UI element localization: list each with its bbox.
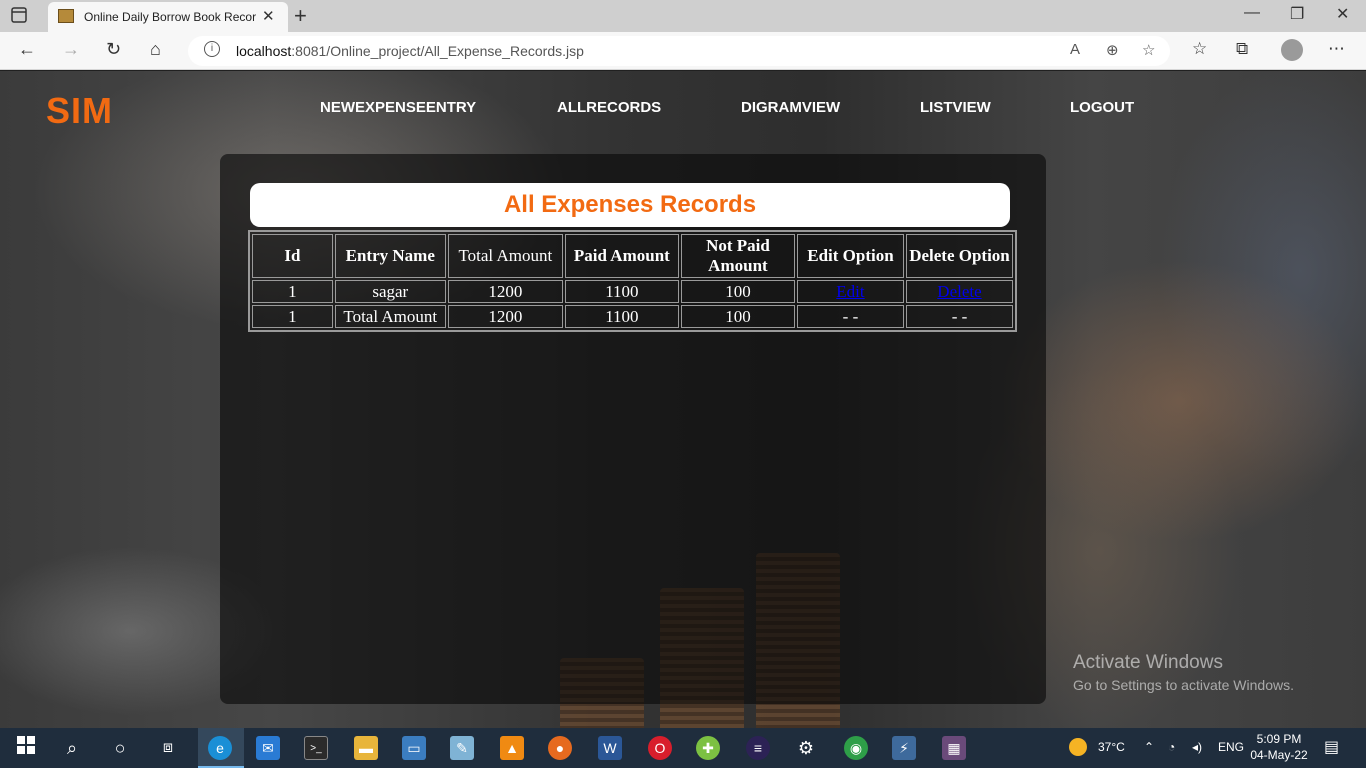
records-panel: All Expenses Records Id Entry Name Total… — [220, 154, 1046, 704]
clock-date: 04-May-22 — [1250, 748, 1308, 762]
column-header-paid-amount: Paid Amount — [564, 234, 679, 278]
show-hidden-icons-icon[interactable]: ⌃ — [1144, 740, 1154, 754]
winrar-icon[interactable]: ▦ — [942, 736, 966, 760]
notifications-icon[interactable]: ▤ — [1324, 737, 1339, 757]
url-text: localhost:8081/Online_project/All_Expens… — [236, 43, 584, 59]
new-tab-icon[interactable]: + — [294, 3, 307, 29]
settings-gear-icon[interactable]: ⚙ — [794, 736, 818, 760]
expense-records-table: Id Entry Name Total Amount Paid Amount N… — [248, 230, 1017, 332]
activate-windows-subtitle: Go to Settings to activate Windows. — [1073, 677, 1294, 693]
cell-delete: Delete — [905, 280, 1013, 303]
cell-entry-name: Total Amount — [334, 305, 446, 328]
notepad-icon[interactable]: ✎ — [450, 736, 474, 760]
address-bar: ← → ↻ ⌂ i localhost:8081/Online_project/… — [0, 32, 1366, 70]
page-title: All Expenses Records — [503, 191, 757, 218]
back-icon[interactable]: ← — [18, 39, 36, 60]
favicon-icon — [58, 9, 74, 23]
search-icon[interactable]: ⌕ — [60, 736, 84, 760]
firefox-icon[interactable]: ● — [548, 736, 572, 760]
close-window-icon[interactable]: ✕ — [1336, 4, 1349, 24]
nav-logout[interactable]: LOGOUT — [1070, 99, 1134, 116]
opera-icon[interactable]: O — [648, 736, 672, 760]
task-view-icon[interactable]: ⧈ — [156, 736, 180, 760]
column-header-id: Id — [252, 234, 333, 278]
add-favorite-icon[interactable]: ☆ — [1142, 41, 1155, 59]
nav-list-view[interactable]: LISTVIEW — [920, 99, 991, 116]
cell-paid-amount: 1100 — [564, 280, 679, 303]
weather-sun-icon[interactable] — [1069, 738, 1087, 756]
cell-not-paid-amount: 100 — [680, 305, 795, 328]
eclipse-icon[interactable]: ≡ — [746, 736, 770, 760]
nav-all-records[interactable]: ALLRECORDS — [557, 99, 661, 116]
cell-total-amount: 1200 — [447, 280, 563, 303]
column-header-not-paid-amount: Not Paid Amount — [680, 234, 795, 278]
nav-diagram-view[interactable]: DIGRAMVIEW — [741, 99, 840, 116]
column-header-delete-option: Delete Option — [905, 234, 1013, 278]
column-header-total-amount: Total Amount — [447, 234, 563, 278]
read-aloud-icon[interactable]: A — [1070, 41, 1080, 58]
file-explorer-icon[interactable]: ▬ — [354, 736, 378, 760]
cell-not-paid-amount: 100 — [680, 280, 795, 303]
wifi-icon[interactable]: ◔ — [1168, 740, 1175, 754]
refresh-icon[interactable]: ↻ — [106, 39, 121, 60]
cell-edit-placeholder: - - — [796, 305, 904, 328]
url-field[interactable]: i localhost:8081/Online_project/All_Expe… — [188, 36, 1170, 66]
site-info-icon[interactable]: i — [204, 41, 220, 57]
edge-browser-icon[interactable]: e — [208, 736, 232, 760]
profile-avatar[interactable] — [1281, 39, 1303, 61]
windows-start-icon[interactable] — [14, 736, 38, 760]
temperature-text[interactable]: 37°C — [1098, 740, 1125, 754]
this-pc-icon[interactable]: ▭ — [402, 736, 426, 760]
cell-total-amount: 1200 — [447, 305, 563, 328]
cell-delete-placeholder: - - — [905, 305, 1013, 328]
close-tab-icon[interactable]: ✕ — [262, 7, 275, 25]
nav-new-expense-entry[interactable]: NEWEXPENSEENTRY — [320, 99, 476, 116]
settings-more-icon[interactable]: ⋯ — [1328, 39, 1345, 59]
delete-link[interactable]: Delete — [937, 282, 981, 301]
edit-link[interactable]: Edit — [836, 282, 864, 301]
browser-tab[interactable]: Online Daily Borrow Book Recorc ✕ — [48, 2, 288, 32]
home-icon[interactable]: ⌂ — [150, 39, 161, 60]
clock-time: 5:09 PM — [1256, 732, 1302, 746]
table-row: 1 sagar 1200 1100 100 Edit Delete — [252, 280, 1013, 303]
activate-windows-title: Activate Windows — [1073, 652, 1223, 673]
system-clock[interactable]: 5:09 PM 04-May-22 — [1246, 731, 1312, 763]
language-indicator[interactable]: ENG — [1218, 740, 1244, 754]
tab-title: Online Daily Borrow Book Recorc — [84, 10, 256, 24]
site-logo[interactable]: SIM — [46, 90, 113, 132]
column-header-entry-name: Entry Name — [334, 234, 446, 278]
word-icon[interactable]: W — [598, 736, 622, 760]
cell-id: 1 — [252, 280, 333, 303]
restore-icon[interactable]: ❐ — [1290, 4, 1304, 24]
records-heading-box: All Expenses Records — [250, 183, 1010, 227]
mail-icon[interactable]: ✉ — [256, 736, 280, 760]
volume-icon[interactable]: ◂) — [1192, 740, 1202, 754]
zoom-icon[interactable]: ⊕ — [1106, 41, 1119, 59]
browser-tab-bar: Online Daily Borrow Book Recorc ✕ + — ❐ … — [0, 0, 1366, 32]
favorites-icon[interactable]: ☆ — [1192, 39, 1207, 59]
column-header-edit-option: Edit Option — [796, 234, 904, 278]
mysql-workbench-icon[interactable]: ⚡ — [892, 736, 916, 760]
page-background: SIM NEWEXPENSEENTRY ALLRECORDS DIGRAMVIE… — [0, 71, 1366, 728]
app-green-icon[interactable]: ✚ — [696, 736, 720, 760]
vlc-icon[interactable]: ▲ — [500, 736, 524, 760]
cell-id: 1 — [252, 305, 333, 328]
table-header-row: Id Entry Name Total Amount Paid Amount N… — [252, 234, 1013, 278]
collections-icon[interactable]: ⧉ — [1236, 39, 1248, 59]
forward-icon[interactable]: → — [62, 39, 80, 60]
cell-edit: Edit — [796, 280, 904, 303]
taskbar: ⌕ ○ ⧈ e ✉ >_ ▬ ▭ ✎ ▲ ● W O ✚ ≡ ⚙ ◉ ⚡ ▦ 3… — [0, 728, 1366, 768]
tab-actions-icon[interactable] — [10, 6, 38, 26]
table-row-total: 1 Total Amount 1200 1100 100 - - - - — [252, 305, 1013, 328]
chrome-icon[interactable]: ◉ — [844, 736, 868, 760]
minimize-icon[interactable]: — — [1244, 4, 1260, 22]
cortana-icon[interactable]: ○ — [108, 736, 132, 760]
cell-paid-amount: 1100 — [564, 305, 679, 328]
terminal-icon[interactable]: >_ — [304, 736, 328, 760]
cell-entry-name: sagar — [334, 280, 446, 303]
